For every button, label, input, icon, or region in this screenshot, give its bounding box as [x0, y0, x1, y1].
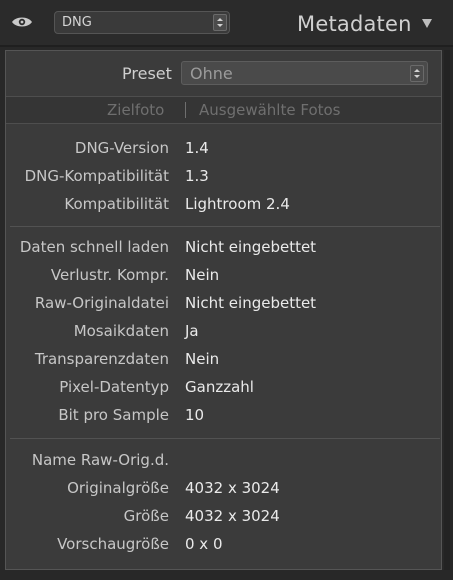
tab-separator	[185, 102, 186, 118]
row-value: 1.3	[185, 167, 209, 185]
row-label: Bit pro Sample	[58, 406, 169, 424]
metadata-set-value: DNG	[62, 15, 92, 30]
eye-icon[interactable]	[11, 14, 33, 30]
row-label: Verlustr. Kompr.	[50, 266, 169, 284]
section-divider	[10, 226, 440, 227]
row-label: Originalgröße	[67, 479, 169, 497]
row-value: 4032 x 3024	[185, 479, 280, 497]
target-tab-bar: Zielfoto Ausgewählte Fotos	[6, 96, 441, 124]
row-label: Kompatibilität	[64, 195, 169, 213]
up-down-arrows-icon[interactable]	[213, 14, 227, 31]
preset-value: Ohne	[190, 64, 233, 83]
row-label: DNG-Kompatibilität	[24, 167, 169, 185]
row-label: Mosaikdaten	[73, 322, 169, 340]
up-down-arrows-icon[interactable]	[410, 65, 424, 82]
panel-header: DNG Metadaten	[0, 0, 453, 46]
row-value: Nicht eingebettet	[185, 294, 317, 312]
preset-label: Preset	[122, 64, 172, 83]
row-value: 10	[185, 406, 205, 424]
header-divider	[0, 45, 453, 47]
row-label: Daten schnell laden	[19, 238, 169, 256]
row-value: 4032 x 3024	[185, 507, 280, 525]
metadata-panel-window: DNG Metadaten Preset Ohne Zielfoto Ausge…	[0, 0, 453, 580]
preset-select[interactable]: Ohne	[181, 61, 428, 85]
scrollbar-track[interactable]	[444, 50, 450, 570]
section-divider	[10, 438, 440, 439]
row-label: Vorschaugröße	[57, 535, 169, 553]
panel-title: Metadaten	[297, 12, 412, 36]
row-label: Pixel-Datentyp	[59, 378, 169, 396]
row-value: Nein	[185, 266, 220, 284]
row-value: Lightroom 2.4	[185, 195, 290, 213]
row-label: DNG-Version	[74, 139, 169, 157]
row-value: Ganzzahl	[185, 378, 254, 396]
row-value: 0 x 0	[185, 535, 223, 553]
collapse-triangle-icon[interactable]	[422, 19, 432, 28]
row-label: Größe	[123, 507, 169, 525]
row-value: Nein	[185, 350, 220, 368]
row-value: 1.4	[185, 139, 209, 157]
metadata-set-select[interactable]: DNG	[54, 11, 230, 34]
tab-target-photo[interactable]: Zielfoto	[107, 101, 164, 119]
row-value: Nicht eingebettet	[185, 238, 317, 256]
row-value: Ja	[185, 322, 199, 340]
row-label: Transparenzdaten	[34, 350, 169, 368]
tab-selected-photos[interactable]: Ausgewählte Fotos	[199, 101, 341, 119]
row-label: Name Raw-Orig.d.	[31, 451, 169, 469]
row-label: Raw-Originaldatei	[34, 294, 169, 312]
